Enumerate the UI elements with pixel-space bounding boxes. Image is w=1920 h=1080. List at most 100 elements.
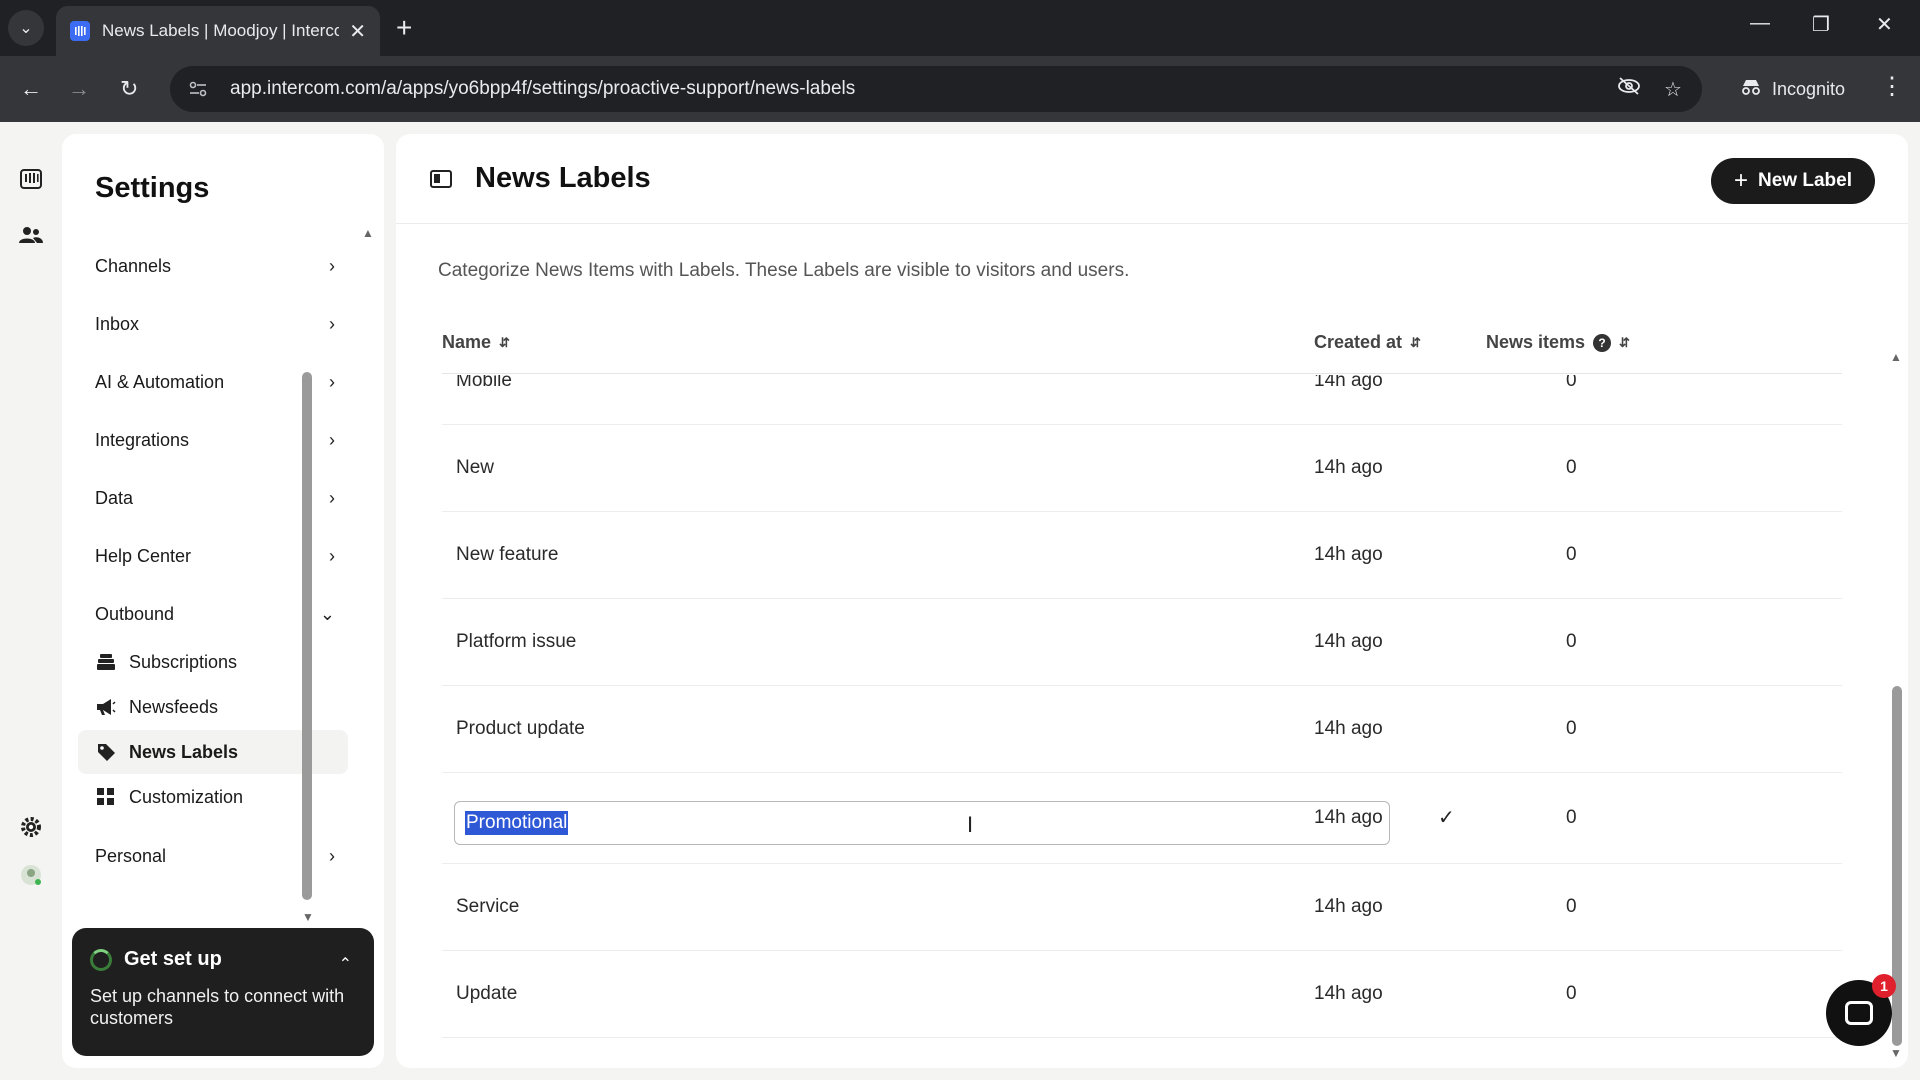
column-created-at-header[interactable]: Created at ⇵ [1314,332,1421,353]
label-news-count: 0 [1566,896,1577,917]
incognito-label: Incognito [1772,78,1846,99]
sidebar-item-channels[interactable]: Channels › [95,248,335,284]
tag-icon [95,742,117,762]
label-name-edit-input[interactable]: Promotional I [454,801,1390,845]
confirm-check-icon[interactable]: ✓ [1438,805,1455,830]
sub-item-label: News Labels [129,741,239,762]
tab-title: News Labels | Moodjoy | Interco [102,21,340,40]
site-info-icon[interactable] [186,77,210,101]
table-row[interactable]: Service 14h ago 0 [442,863,1842,951]
label-created-at: 14h ago [1314,631,1383,652]
chat-icon [1845,1001,1873,1025]
sidebar-scroll-up-icon[interactable]: ▲ [362,226,374,240]
chevron-right-icon: › [329,845,335,866]
label-news-count: 0 [1566,983,1577,1004]
column-news-items-header[interactable]: News items ? ⇵ [1486,332,1630,353]
label-created-at: 14h ago [1314,544,1383,565]
contacts-icon[interactable] [16,220,46,250]
text-cursor-icon: I [967,812,974,837]
settings-gear-icon[interactable] [16,812,46,842]
tab-search-button[interactable]: ⌄ [8,10,44,46]
sidebar-item-personal[interactable]: Personal › [95,838,335,874]
window-close-icon[interactable]: ✕ [1876,12,1893,37]
chevron-right-icon: › [329,371,335,392]
label-news-count: 0 [1566,807,1577,828]
messenger-launcher[interactable]: 1 [1826,974,1896,1046]
chevron-right-icon: › [329,487,335,508]
tab-close-icon[interactable]: ✕ [349,19,366,44]
table-row-editing[interactable]: Promotional I ✓ 14h ago 0 [442,772,1842,864]
label-news-count: 0 [1566,544,1577,565]
chevron-up-icon[interactable]: ⌃ [339,954,352,974]
sidebar-item-inbox[interactable]: Inbox › [95,306,335,342]
app-rail [0,122,62,1080]
sidebar-item-label: Integrations [95,429,190,450]
table-row[interactable]: New feature 14h ago 0 [442,511,1842,599]
table-row[interactable]: Mobile 14h ago 0 [442,375,1842,425]
eye-off-icon[interactable] [1614,76,1644,102]
table-header: Name ⇵ Created at ⇵ News items ? ⇵ [442,308,1842,374]
get-set-up-card[interactable]: Get set up ⌃ Set up channels to connect … [72,928,374,1056]
reload-icon[interactable]: ↻ [120,74,138,104]
sub-item-label: Subscriptions [129,651,238,672]
sidebar-scrollbar[interactable] [302,372,312,900]
sidebar-scroll-down-icon[interactable]: ▼ [302,910,314,924]
label-name: New feature [456,544,559,565]
user-avatar[interactable] [16,860,46,890]
table-row[interactable]: New 14h ago 0 [442,424,1842,512]
table-row[interactable]: Platform issue 14h ago 0 [442,598,1842,686]
column-name-header[interactable]: Name ⇵ [442,332,510,353]
back-icon[interactable]: ← [20,74,42,104]
intercom-app: Settings ▲ Channels › Inbox › AI & Autom… [0,122,1920,1080]
grid-icon [95,788,117,806]
label-name: New [456,457,495,478]
chevron-right-icon: › [329,545,335,566]
labels-table-body: Mobile 14h ago 0 New 14h ago 0 New featu… [442,375,1842,1068]
chevron-right-icon: › [329,429,335,450]
selected-text: Promotional [465,811,569,835]
page-title: News Labels [475,162,651,194]
address-bar[interactable]: app.intercom.com/a/apps/yo6bpp4f/setting… [170,66,1702,112]
label-news-count: 0 [1566,718,1577,739]
get-set-up-title: Get set up [124,948,222,970]
inbox-app-icon[interactable] [16,164,46,194]
sort-icon: ⇵ [1619,334,1630,350]
main-scroll-up-icon[interactable]: ▲ [1890,350,1902,364]
main-scroll-down-icon[interactable]: ▼ [1890,1046,1902,1060]
sidebar-item-outbound[interactable]: Outbound ⌄ [95,596,335,632]
help-icon[interactable]: ? [1593,333,1612,352]
chevron-right-icon: › [329,255,335,276]
intercom-favicon-icon [70,21,90,41]
table-row[interactable]: Product update 14h ago 0 [442,685,1842,773]
sidebar-item-ai-automation[interactable]: AI & Automation › [95,364,335,400]
sidebar-item-help-center[interactable]: Help Center › [95,538,335,574]
label-name: Product update [456,718,585,739]
label-created-at: 14h ago [1314,807,1383,828]
main-panel: News Labels + New Label Categorize News … [396,134,1908,1068]
page-header: News Labels + New Label [396,134,1908,224]
restore-icon[interactable]: ❐ [1812,12,1830,37]
minimize-icon[interactable]: — [1750,12,1770,35]
sidebar-item-data[interactable]: Data › [95,480,335,516]
progress-ring-icon [90,948,112,971]
chevron-right-icon: › [329,313,335,334]
forward-icon[interactable]: → [68,74,90,104]
incognito-indicator[interactable]: Incognito [1724,66,1861,112]
browser-tab[interactable]: News Labels | Moodjoy | Interco ✕ [56,6,380,56]
megaphone-icon [95,698,117,716]
sidebar-item-label: Personal [95,845,167,866]
sidebar-item-integrations[interactable]: Integrations › [95,422,335,458]
sidebar-toggle-icon[interactable] [430,170,452,188]
label-news-count: 0 [1566,375,1577,391]
sidebar-item-label: Outbound [95,603,175,624]
new-tab-button[interactable]: + [396,12,412,44]
browser-menu-icon[interactable]: ⋮ [1880,72,1904,101]
label-news-count: 0 [1566,631,1577,652]
table-row[interactable]: Update 14h ago 0 [442,950,1842,1038]
sort-icon: ⇵ [1410,334,1421,350]
sort-icon: ⇵ [499,334,510,350]
chevron-down-icon: ⌄ [319,603,335,624]
bookmark-star-icon[interactable]: ☆ [1658,77,1688,102]
new-label-button[interactable]: + New Label [1711,158,1875,204]
sub-item-label: Customization [129,786,244,807]
